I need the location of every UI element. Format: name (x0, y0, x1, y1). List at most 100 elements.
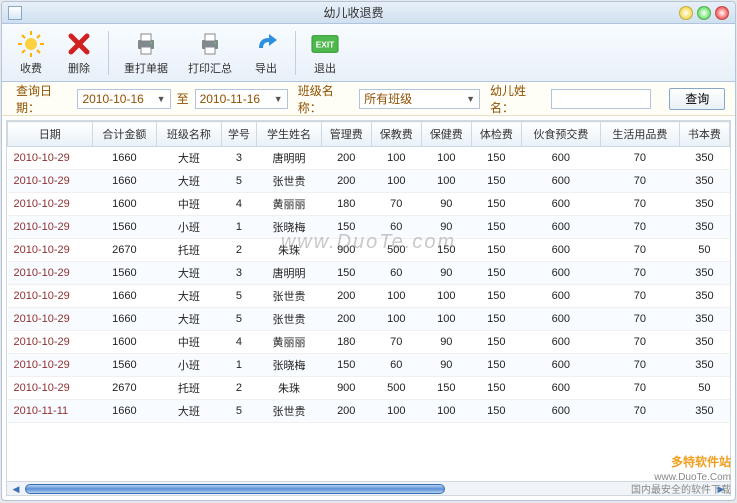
minimize-button[interactable] (679, 6, 693, 20)
column-header[interactable]: 书本费 (679, 122, 729, 147)
table-cell: 90 (421, 193, 471, 216)
table-row[interactable]: 2010-11-111660大班5张世贵20010010015060070350 (8, 400, 730, 423)
fee-label: 收费 (20, 60, 42, 76)
table-cell: 70 (600, 147, 679, 170)
date-from-value: 2010-10-16 (82, 92, 143, 106)
table-cell: 小班 (157, 354, 222, 377)
table-cell: 2010-10-29 (8, 262, 93, 285)
column-header[interactable]: 合计金额 (92, 122, 157, 147)
table-row[interactable]: 2010-10-291660大班5张世贵20010010015060070350 (8, 285, 730, 308)
table-cell: 2 (221, 239, 257, 262)
table-cell: 100 (421, 147, 471, 170)
table-row[interactable]: 2010-10-291660大班5张世贵20010010015060070350 (8, 308, 730, 331)
table-cell: 70 (371, 331, 421, 354)
table-cell: 100 (421, 400, 471, 423)
table-cell: 1660 (92, 400, 157, 423)
table-cell: 100 (371, 400, 421, 423)
table-cell: 180 (321, 193, 371, 216)
table-cell: 350 (679, 331, 729, 354)
query-button[interactable]: 查询 (669, 88, 725, 110)
name-input[interactable] (551, 89, 651, 109)
reprint-button[interactable]: 重打单据 (115, 27, 177, 79)
column-header[interactable]: 管理费 (321, 122, 371, 147)
table-cell: 600 (521, 377, 600, 400)
toolbar: 收费 删除 重打单据 打印汇总 导出 (2, 24, 735, 82)
table-cell: 2670 (92, 239, 157, 262)
table-cell: 1 (221, 354, 257, 377)
table-row[interactable]: 2010-10-291600中班4黄丽丽180709015060070350 (8, 193, 730, 216)
table-cell: 中班 (157, 193, 222, 216)
table-cell: 3 (221, 147, 257, 170)
table-cell: 200 (321, 308, 371, 331)
table-cell: 唐明明 (257, 262, 322, 285)
table-cell: 90 (421, 354, 471, 377)
table-row[interactable]: 2010-10-291660大班3唐明明20010010015060070350 (8, 147, 730, 170)
column-header[interactable]: 班级名称 (157, 122, 222, 147)
table-cell: 150 (471, 239, 521, 262)
table-cell: 5 (221, 400, 257, 423)
table-cell: 2010-10-29 (8, 377, 93, 400)
date-from-combo[interactable]: 2010-10-16 ▼ (77, 89, 170, 109)
table-cell: 2010-11-11 (8, 400, 93, 423)
table-row[interactable]: 2010-10-291560小班1张晓梅150609015060070350 (8, 216, 730, 239)
table-cell: 100 (421, 285, 471, 308)
printsum-button[interactable]: 打印汇总 (179, 27, 241, 79)
table-cell: 唐明明 (257, 147, 322, 170)
table-cell: 大班 (157, 308, 222, 331)
table-cell: 150 (471, 308, 521, 331)
table-scroll-area[interactable]: 日期合计金额班级名称学号学生姓名管理费保教费保健费体检费伙食预交费生活用品费书本… (7, 121, 730, 481)
table-cell: 70 (600, 354, 679, 377)
table-cell: 70 (600, 308, 679, 331)
table-cell: 张世贵 (257, 170, 322, 193)
column-header[interactable]: 生活用品费 (600, 122, 679, 147)
column-header[interactable]: 学生姓名 (257, 122, 322, 147)
table-cell: 350 (679, 354, 729, 377)
table-cell: 2010-10-29 (8, 216, 93, 239)
scroll-left-arrow-icon[interactable]: ◀ (9, 482, 23, 496)
table-cell: 150 (471, 193, 521, 216)
table-cell: 150 (321, 354, 371, 377)
table-cell: 500 (371, 239, 421, 262)
maximize-button[interactable] (697, 6, 711, 20)
class-combo[interactable]: 所有班级 ▼ (359, 89, 480, 109)
column-header[interactable]: 日期 (8, 122, 93, 147)
table-cell: 350 (679, 262, 729, 285)
table-row[interactable]: 2010-10-291560小班1张晓梅150609015060070350 (8, 354, 730, 377)
titlebar[interactable]: 幼儿收退费 (2, 2, 735, 24)
column-header[interactable]: 伙食预交费 (521, 122, 600, 147)
date-to-combo[interactable]: 2010-11-16 ▼ (195, 89, 288, 109)
column-header[interactable]: 学号 (221, 122, 257, 147)
table-cell: 100 (421, 308, 471, 331)
window-controls (679, 6, 729, 20)
delete-label: 删除 (68, 60, 90, 76)
exit-button[interactable]: EXIT 退出 (302, 27, 348, 79)
column-header[interactable]: 保教费 (371, 122, 421, 147)
column-header[interactable]: 体检费 (471, 122, 521, 147)
table-cell: 70 (600, 377, 679, 400)
column-header[interactable]: 保健费 (421, 122, 471, 147)
delete-button[interactable]: 删除 (56, 27, 102, 79)
table-cell: 60 (371, 216, 421, 239)
table-cell: 朱珠 (257, 239, 322, 262)
horizontal-scrollbar[interactable]: ◀ ▶ (7, 481, 730, 495)
scroll-thumb[interactable] (25, 484, 445, 494)
table-row[interactable]: 2010-10-291600中班4黄丽丽180709015060070350 (8, 331, 730, 354)
table-cell: 大班 (157, 400, 222, 423)
table-cell: 600 (521, 147, 600, 170)
table-cell: 大班 (157, 170, 222, 193)
table-cell: 500 (371, 377, 421, 400)
table-cell: 张世贵 (257, 400, 322, 423)
table-cell: 150 (471, 377, 521, 400)
table-row[interactable]: 2010-10-291660大班5张世贵20010010015060070350 (8, 170, 730, 193)
export-button[interactable]: 导出 (243, 27, 289, 79)
table-cell: 100 (371, 147, 421, 170)
fee-button[interactable]: 收费 (8, 27, 54, 79)
table-cell: 600 (521, 193, 600, 216)
table-row[interactable]: 2010-10-292670托班2朱珠9005001501506007050 (8, 377, 730, 400)
close-button[interactable] (715, 6, 729, 20)
app-window: 幼儿收退费 收费 删除 重打单据 (1, 1, 736, 501)
export-icon (252, 30, 280, 58)
table-row[interactable]: 2010-10-291560大班3唐明明150609015060070350 (8, 262, 730, 285)
x-icon (65, 30, 93, 58)
table-row[interactable]: 2010-10-292670托班2朱珠9005001501506007050 (8, 239, 730, 262)
